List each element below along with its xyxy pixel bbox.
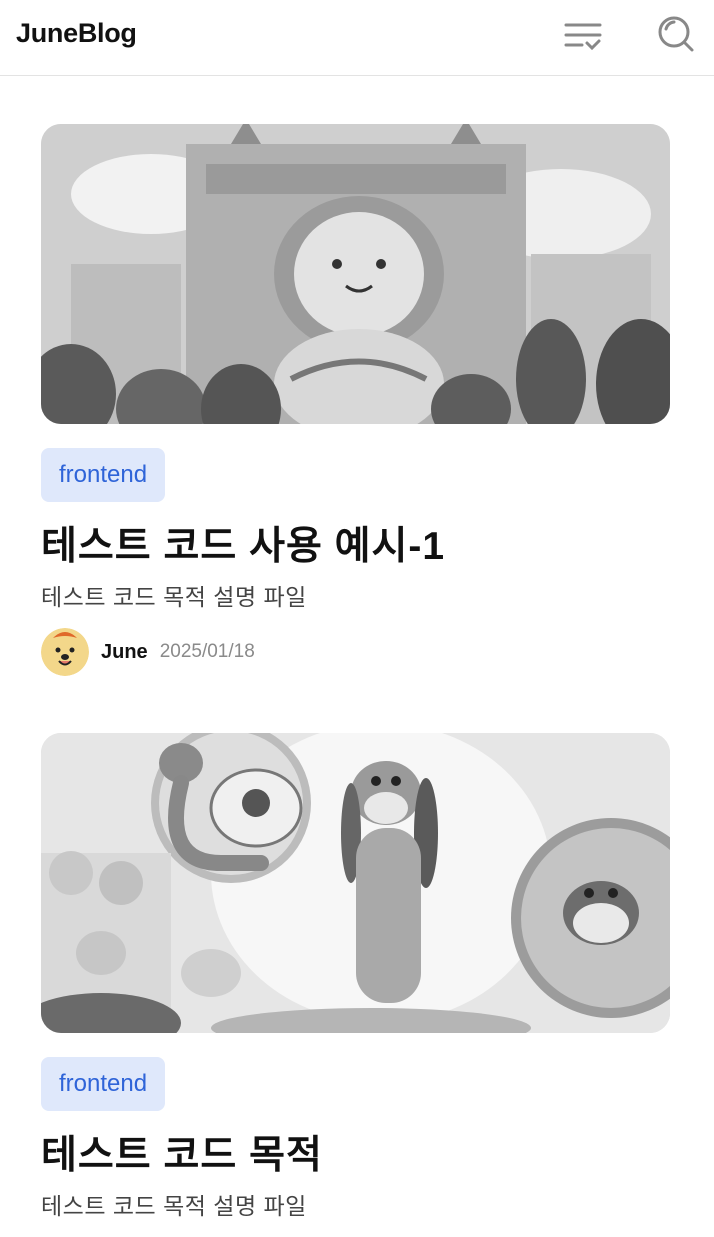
search-icon [658,16,694,52]
post-thumbnail[interactable] [41,733,670,1033]
post-title[interactable]: 테스트 코드 사용 예시-1 [41,523,670,571]
post-title[interactable]: 테스트 코드 목적 [41,1132,670,1180]
search-button[interactable] [656,14,696,54]
post-meta: June 2025/01/18 [41,628,670,676]
post-thumbnail[interactable] [41,124,670,424]
post-author: June [101,640,148,663]
post-description: 테스트 코드 목적 설명 파일 [41,584,307,610]
author-avatar [41,628,89,676]
post-card: frontend 테스트 코드 목적 테스트 코드 목적 설명 파일 [41,733,670,1222]
post-card: frontend 테스트 코드 사용 예시-1 테스트 코드 목적 설명 파일 … [41,124,670,676]
post-tag[interactable]: frontend [41,448,166,502]
site-header: JuneBlog [0,0,714,76]
menu-button[interactable] [562,20,604,54]
post-date: 2025/01/18 [159,641,255,662]
post-description: 테스트 코드 목적 설명 파일 [41,1193,307,1219]
post-tag[interactable]: frontend [41,1057,166,1111]
site-logo[interactable]: JuneBlog [16,18,137,49]
menu-check-icon [564,23,602,51]
